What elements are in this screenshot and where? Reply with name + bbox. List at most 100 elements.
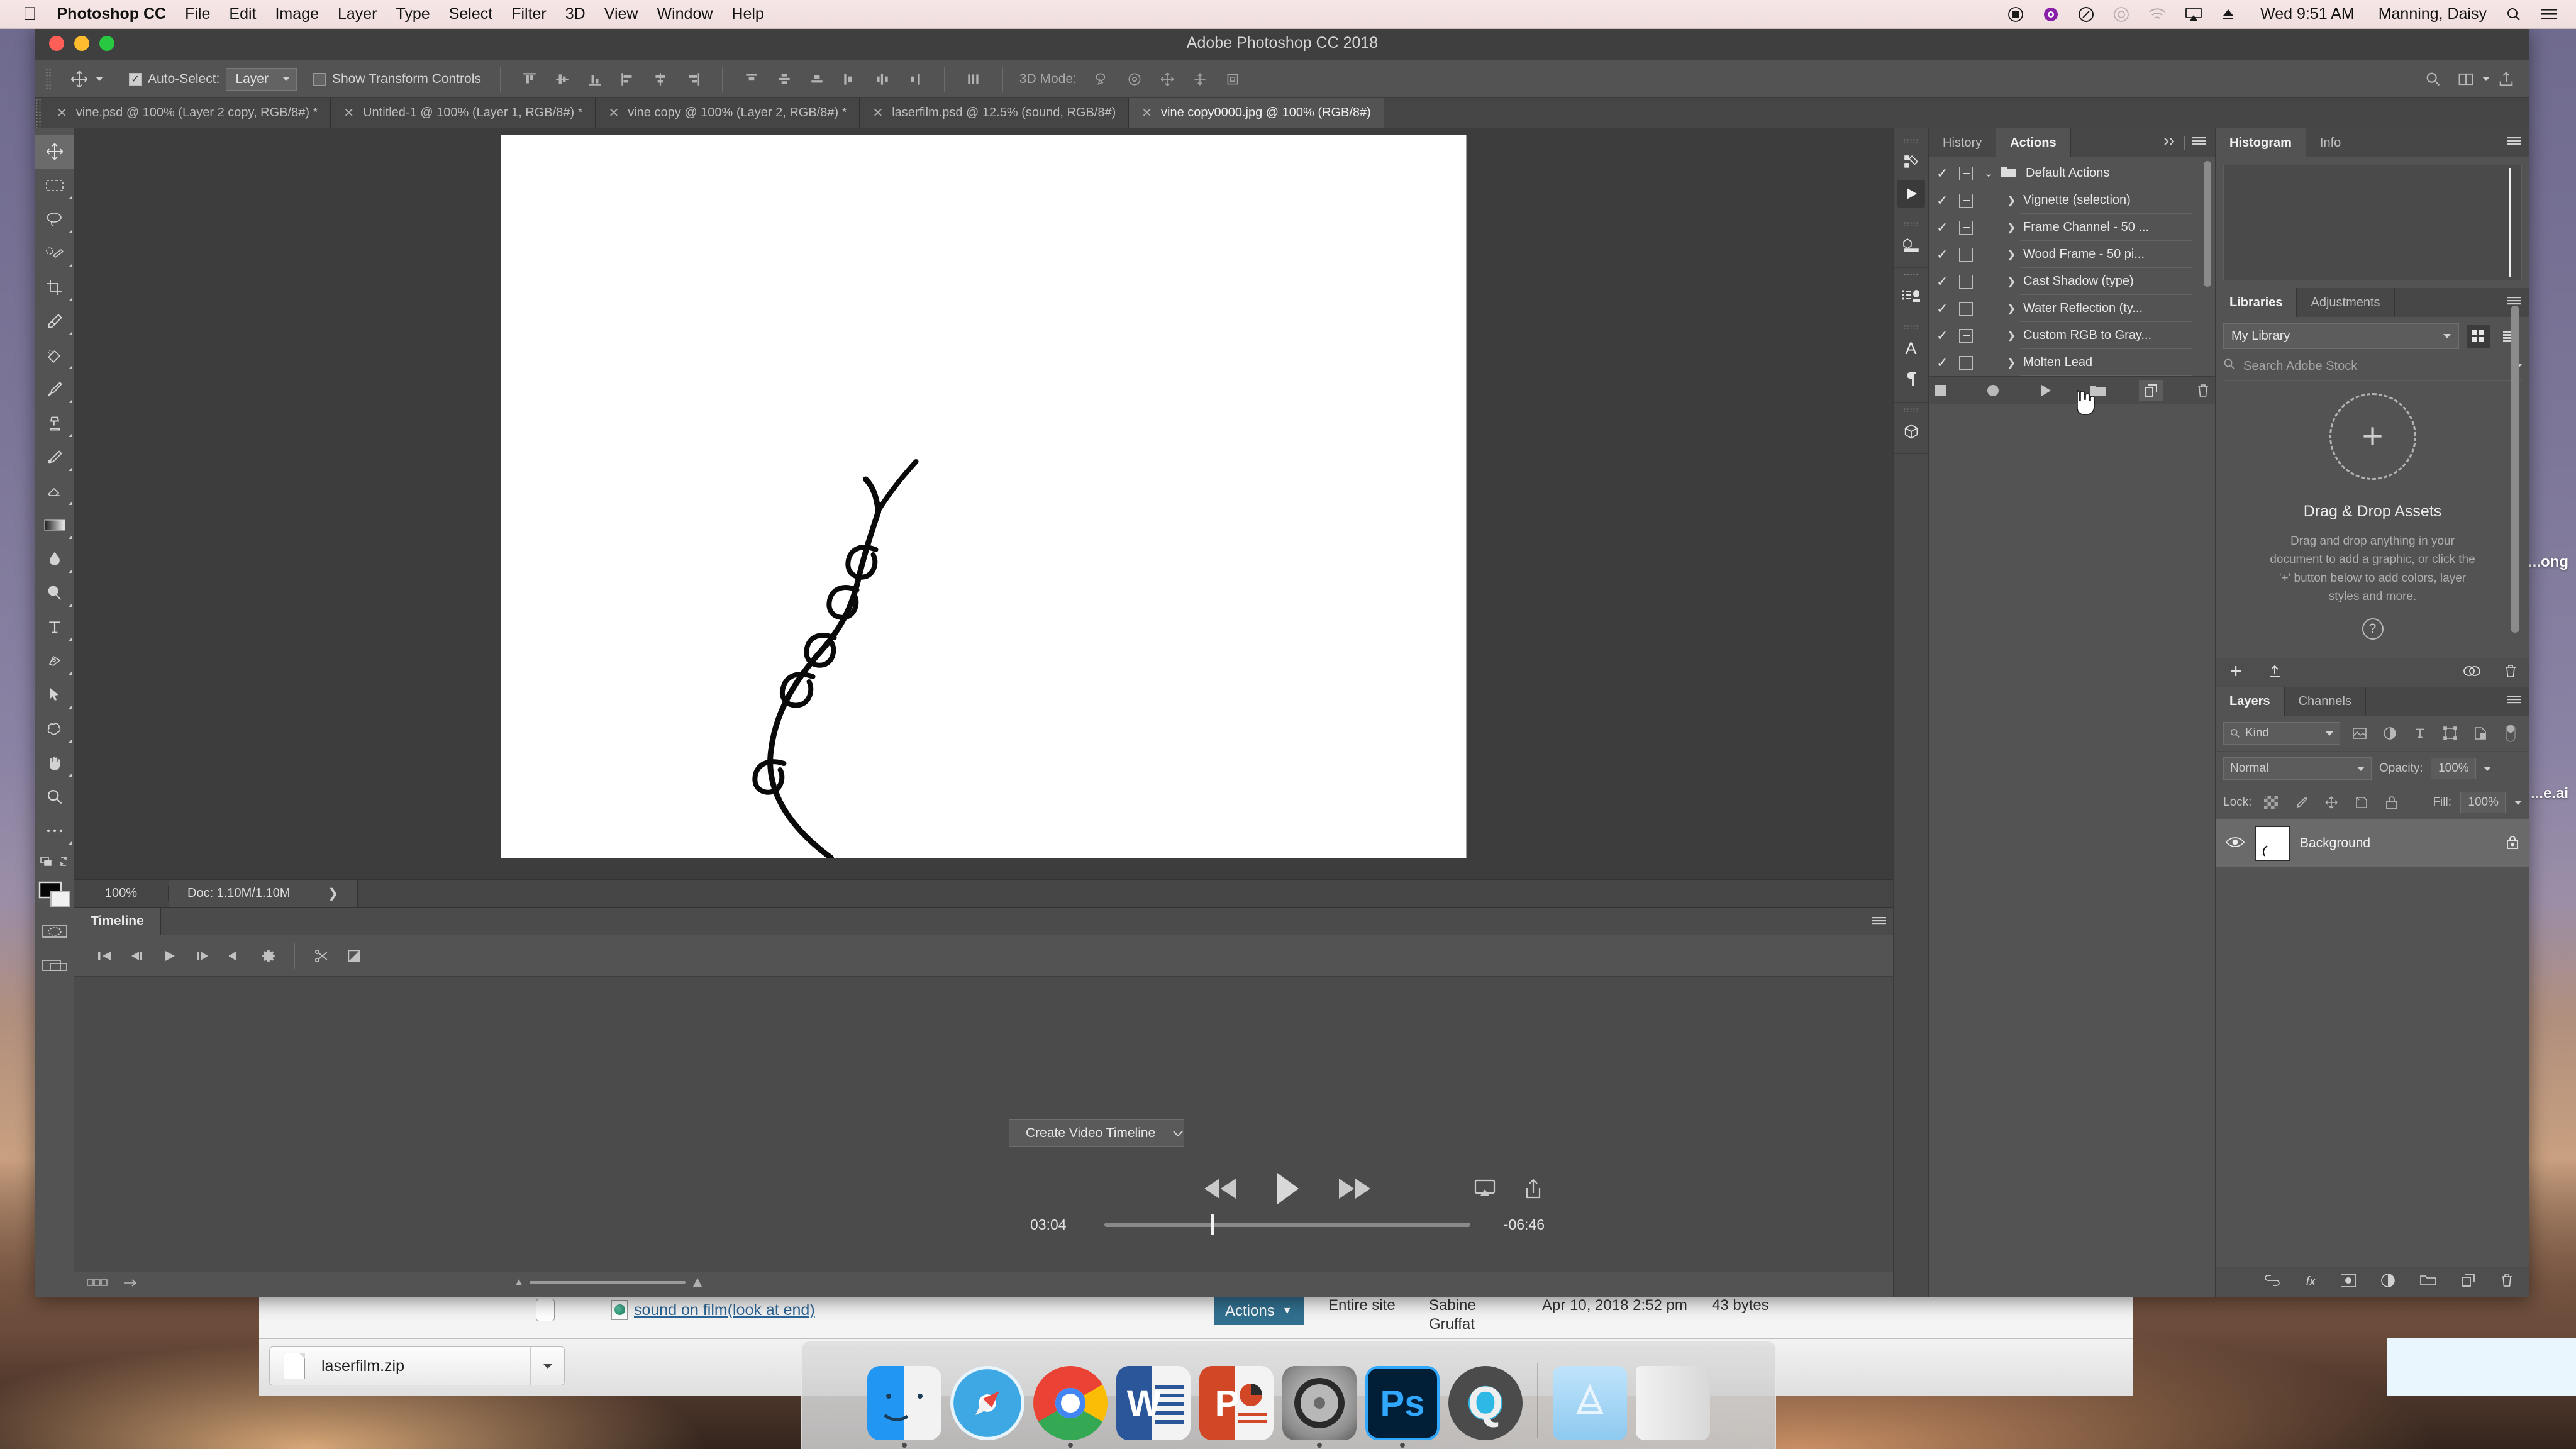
libraries-footer[interactable] <box>2216 658 2529 687</box>
menu-image[interactable]: Image <box>275 5 318 23</box>
layers-panel-footer[interactable]: fx <box>2216 1267 2529 1297</box>
timeline-track-area[interactable] <box>74 977 1893 1272</box>
move-tool[interactable] <box>35 135 74 169</box>
menu-select[interactable]: Select <box>449 5 492 23</box>
timeline-panel-menu-icon[interactable] <box>1865 908 1893 935</box>
document-tab-4[interactable]: ✕ laserfilm.psd @ 12.5% (sound, RGB/8#) <box>860 98 1129 128</box>
styles-list-icon[interactable] <box>1897 283 1925 311</box>
minimize-window-button[interactable] <box>74 36 89 51</box>
playhead[interactable] <box>1211 1214 1214 1235</box>
canvas-scroll-region[interactable] <box>74 128 1893 879</box>
tab-history[interactable]: History <box>1929 128 1996 157</box>
crop-tool[interactable] <box>35 270 74 304</box>
menu-layer[interactable]: Layer <box>338 5 377 23</box>
search-icon[interactable] <box>2423 69 2444 90</box>
align-horizontal-centers-icon[interactable] <box>650 69 671 90</box>
opacity-caret-icon[interactable] <box>2484 767 2491 771</box>
actions-row-cast-shadow[interactable]: ✓ ❯ Cast Shadow (type) <box>1929 268 2215 295</box>
library-dropzone[interactable]: + Drag & Drop Assets Drag and drop anyth… <box>2223 381 2522 652</box>
action-dialog-toggle[interactable] <box>1959 221 1973 235</box>
adobe-stock-search[interactable]: Search Adobe Stock <box>2223 358 2522 381</box>
menu-window[interactable]: Window <box>657 5 713 23</box>
document-tab-1[interactable]: ✕ vine.psd @ 100% (Layer 2 copy, RGB/8#)… <box>44 98 331 128</box>
document-tab-3[interactable]: ✕ vine copy @ 100% (Layer 2, RGB/8#) * <box>596 98 860 128</box>
screen-mode[interactable] <box>35 948 74 982</box>
distribute-vertical-centers-icon[interactable] <box>774 69 795 90</box>
airplay-icon[interactable] <box>1474 1179 1496 1201</box>
rail-grip[interactable] <box>1903 408 1919 412</box>
layers-tab-bar[interactable]: Layers Channels <box>2216 687 2529 716</box>
rail-grip[interactable] <box>1903 221 1919 226</box>
edit-toolbar-tool[interactable] <box>35 814 74 848</box>
show-transform-checkbox[interactable]: ✓ <box>313 73 326 86</box>
creative-cloud-icon[interactable] <box>2043 6 2059 23</box>
grid-view-icon[interactable] <box>2467 325 2490 348</box>
convert-to-frame-animation-icon[interactable] <box>122 1277 138 1292</box>
chevron-right-icon[interactable]: ❯ <box>2007 357 2023 369</box>
pixel-layers-icon[interactable] <box>2349 723 2370 744</box>
lock-image-pixels-icon[interactable] <box>2290 792 2312 813</box>
rotate-3d-icon[interactable] <box>1091 69 1113 90</box>
chevron-right-icon[interactable]: ❯ <box>2007 248 2023 261</box>
actions-play-icon[interactable] <box>1897 180 1925 208</box>
keyframe-nav-icon[interactable] <box>87 1278 108 1291</box>
apple-logo-icon[interactable]:  <box>23 5 37 24</box>
eject-icon[interactable] <box>2221 8 2235 21</box>
dock-item-system-preferences[interactable] <box>1280 1362 1358 1440</box>
menu-edit[interactable]: Edit <box>229 5 256 23</box>
histogram-tab-bar[interactable]: Histogram Info <box>2216 128 2529 157</box>
distribute-right-edges-icon[interactable] <box>904 69 926 90</box>
align-right-edges-icon[interactable] <box>682 69 704 90</box>
new-layer-icon[interactable] <box>2462 1274 2475 1291</box>
settings-gear-icon[interactable] <box>252 941 284 971</box>
quick-mask-mode[interactable] <box>35 914 74 948</box>
distribute-horizontal-centers-icon[interactable] <box>872 69 893 90</box>
add-asset-icon[interactable] <box>2228 663 2243 682</box>
actions-row-molten-lead[interactable]: ✓ ❯ Molten Lead <box>1929 349 2215 376</box>
create-video-timeline-button[interactable]: Create Video Timeline <box>1009 1119 1172 1147</box>
play-icon[interactable] <box>153 941 186 971</box>
fill-caret-icon[interactable] <box>2514 801 2522 805</box>
actions-row-default-actions[interactable]: ✓ ⌄ Default Actions <box>1929 160 2215 187</box>
creative-cloud-sync-icon[interactable] <box>2463 664 2480 681</box>
paragraph-icon[interactable] <box>1897 366 1925 394</box>
video-transport[interactable] <box>1030 1167 1545 1213</box>
new-adjustment-layer-icon[interactable] <box>2381 1274 2395 1291</box>
double-chevron-right-icon[interactable] <box>2163 136 2177 150</box>
layer-name[interactable]: Background <box>2300 836 2496 851</box>
play-selection-icon[interactable] <box>2034 380 2058 401</box>
spot-healing-brush-tool[interactable] <box>35 338 74 372</box>
menu-view[interactable]: View <box>604 5 638 23</box>
close-window-button[interactable] <box>49 36 64 51</box>
document-tab-5[interactable]: ✕ vine copy0000.jpg @ 100% (RGB/8#) <box>1129 98 1384 128</box>
arrange-caret-icon[interactable] <box>2482 77 2490 81</box>
chevron-down-icon[interactable]: ⌄ <box>1984 167 2001 180</box>
action-enabled-check[interactable]: ✓ <box>1936 301 1955 317</box>
tab-channels[interactable]: Channels <box>2285 687 2367 716</box>
menu-type[interactable]: Type <box>396 5 430 23</box>
timeline-zoom-slider[interactable] <box>514 1277 703 1288</box>
share-icon[interactable] <box>1524 1178 1542 1202</box>
menu-app-name[interactable]: Photoshop CC <box>57 5 167 23</box>
dock-item-finder[interactable] <box>865 1362 943 1440</box>
layer-row-background[interactable]: Background <box>2216 819 2529 867</box>
help-icon[interactable]: ? <box>2362 618 2384 640</box>
video-progress-track[interactable] <box>1104 1223 1470 1227</box>
dodge-tool[interactable] <box>35 576 74 610</box>
filter-toggle-icon[interactable] <box>2500 723 2521 744</box>
distribute-top-edges-icon[interactable] <box>741 69 762 90</box>
action-dialog-toggle[interactable] <box>1959 329 1973 343</box>
rail-grip[interactable] <box>1903 273 1919 277</box>
adjustment-layers-icon[interactable] <box>2379 723 2401 744</box>
dock-item-powerpoint[interactable]: P <box>1197 1362 1275 1440</box>
browser-file-row[interactable]: sound on film(look at end) Actions ▼ Ent… <box>259 1290 2133 1341</box>
zoom-level[interactable]: 100% <box>74 886 169 901</box>
auto-select-dropdown[interactable]: Layer <box>226 68 297 91</box>
document-canvas[interactable] <box>501 135 1467 858</box>
download-item[interactable]: laserfilm.zip <box>269 1346 565 1385</box>
go-to-first-frame-icon[interactable] <box>88 941 121 971</box>
split-at-playhead-icon[interactable] <box>305 941 338 971</box>
actions-row-wood-frame[interactable]: ✓ ❯ Wood Frame - 50 pi... <box>1929 241 2215 268</box>
action-dialog-toggle[interactable] <box>1959 248 1973 262</box>
close-icon[interactable]: ✕ <box>608 105 619 121</box>
